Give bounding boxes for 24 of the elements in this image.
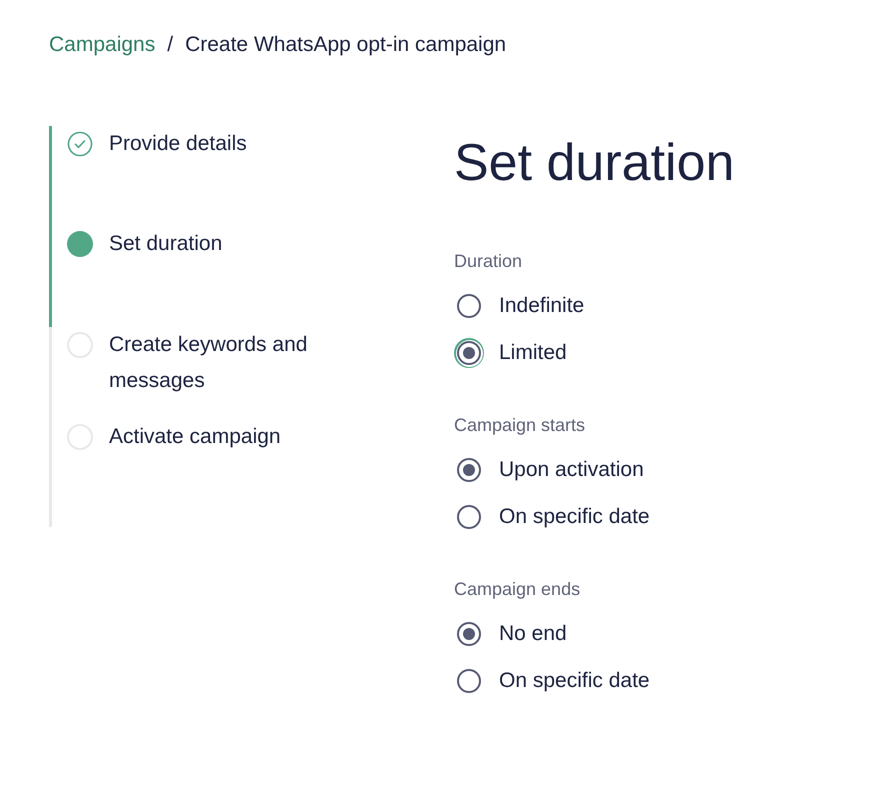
step-label[interactable]: Set duration: [109, 226, 314, 262]
radio-label[interactable]: On specific date: [499, 501, 650, 533]
breadcrumb-link[interactable]: Campaigns: [49, 29, 156, 60]
step-label[interactable]: Create keywords and messages: [109, 326, 314, 398]
radio-label[interactable]: Indefinite: [499, 290, 584, 322]
step-label[interactable]: Provide details: [109, 126, 314, 162]
radio-button[interactable]: [457, 458, 481, 482]
group-label: Campaign starts: [454, 414, 586, 437]
radio-button[interactable]: [457, 294, 481, 318]
breadcrumb-separator: /: [167, 32, 174, 58]
radio-button[interactable]: [457, 622, 481, 646]
radio-label[interactable]: Limited: [499, 337, 567, 369]
breadcrumb-current: Create WhatsApp opt-in campaign: [185, 32, 506, 58]
radio-button[interactable]: [457, 505, 481, 529]
group-label: Duration: [454, 250, 524, 272]
radio-label[interactable]: On specific date: [499, 665, 650, 697]
group-label: Campaign ends: [454, 578, 582, 601]
radio-label[interactable]: Upon activation: [499, 454, 644, 486]
check-circle-icon: [67, 130, 93, 156]
step-label[interactable]: Activate campaign: [109, 418, 314, 454]
radio-label[interactable]: No end: [499, 618, 567, 650]
radio-button[interactable]: [457, 341, 481, 365]
radio-button[interactable]: [457, 669, 481, 693]
page-title: Set duration: [454, 132, 734, 194]
